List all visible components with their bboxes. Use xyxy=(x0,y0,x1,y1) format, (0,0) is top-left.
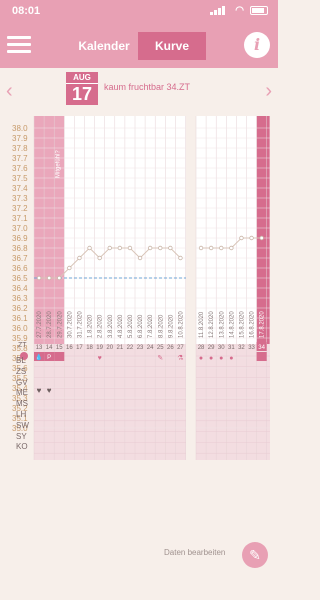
cycle-day-number: 28 xyxy=(198,345,205,351)
symptom-row-label: LH xyxy=(16,409,27,419)
cycle-day-number: 17 xyxy=(76,345,83,351)
left-series-point xyxy=(168,245,173,251)
symptom-row-label: MS xyxy=(16,399,28,409)
date-label: 12.8.2020 xyxy=(209,311,215,338)
edit-pencil-icon[interactable]: ✎ xyxy=(242,542,268,568)
cycle-day-number: 22 xyxy=(127,345,134,351)
pill-icon: P xyxy=(47,355,51,361)
cycle-day-number: 26 xyxy=(167,345,174,351)
symptom-row-label: GV xyxy=(16,377,28,387)
cycle-day-number: 15 xyxy=(56,345,63,351)
drop-icon: ● xyxy=(209,355,213,362)
cycle-day-number: 34 xyxy=(258,345,265,351)
right-series-point xyxy=(219,245,224,251)
today-symptom-cell xyxy=(256,352,267,361)
right-series-point xyxy=(198,245,204,251)
date-label: 27.7.2020 xyxy=(37,311,43,338)
left-series-point xyxy=(178,255,183,261)
cycle-day-number: 16 xyxy=(66,345,73,351)
symptom-row-label: KO xyxy=(16,442,28,452)
symptom-row-label: ZS xyxy=(16,366,27,376)
right-series-point xyxy=(259,235,264,241)
flask-icon: ⚗ xyxy=(177,354,183,362)
left-series-point xyxy=(46,275,52,281)
heart-icon: ♥ xyxy=(98,355,102,362)
left-series-point xyxy=(137,255,143,261)
left-series-point xyxy=(117,245,123,251)
left-series-point xyxy=(107,245,112,251)
cycle-day-number: 25 xyxy=(157,345,164,351)
heart-icon: ♥ xyxy=(37,386,42,395)
edit-data-label[interactable]: Daten bearbeiten xyxy=(164,548,225,557)
right-series-point xyxy=(229,245,234,251)
symptom-row-label: BL xyxy=(16,356,26,365)
cycle-day-number: 20 xyxy=(106,345,113,351)
date-label: 1.8.2020 xyxy=(88,314,94,338)
cycle-day-number: 19 xyxy=(96,345,103,351)
special-label: Mitgefühl? xyxy=(55,150,61,178)
left-series-point xyxy=(97,255,102,261)
left-series-point xyxy=(57,275,62,281)
drop-icon: ● xyxy=(229,355,233,362)
left-series-point xyxy=(67,265,72,271)
date-label: 14.8.2020 xyxy=(229,311,235,338)
highlight-columns xyxy=(34,116,65,344)
date-label: 10.8.2020 xyxy=(178,311,184,338)
date-label: 30.7.2020 xyxy=(67,311,73,338)
bleeding-cell xyxy=(54,352,65,361)
date-label: 11.8.2020 xyxy=(199,311,205,338)
date-label: 3.8.2020 xyxy=(108,314,114,338)
cycle-day-number: 24 xyxy=(147,345,154,351)
left-series-point xyxy=(147,245,153,251)
cycle-day-number: 13 xyxy=(36,345,43,351)
date-label: 7.8.2020 xyxy=(148,314,154,338)
right-series-point xyxy=(239,235,244,241)
date-label: 8.8.2020 xyxy=(158,314,164,338)
symptom-row-label: ME xyxy=(16,388,28,398)
left-series-point xyxy=(87,245,92,251)
right-series-point xyxy=(249,235,254,241)
cycle-day-label: ZT xyxy=(18,342,27,349)
cycle-day-number: 14 xyxy=(46,345,53,351)
cycle-day-number: 33 xyxy=(248,345,255,351)
date-label: 9.8.2020 xyxy=(168,314,174,338)
left-series-point xyxy=(36,275,42,281)
cycle-day-number: 21 xyxy=(117,345,124,351)
symptom-row-labels: BL ZS GV ME MS LH SW SY KO xyxy=(16,356,29,453)
date-label: 29.7.2020 xyxy=(57,311,63,338)
date-label: 2.8.2020 xyxy=(98,314,104,338)
left-series-point xyxy=(77,255,82,261)
date-label: 6.8.2020 xyxy=(138,314,144,338)
drop-icon: 💧 xyxy=(35,353,42,361)
cycle-day-number: 27 xyxy=(177,345,184,351)
drop-icon: ● xyxy=(199,355,203,362)
cycle-day-number: 29 xyxy=(208,345,215,351)
date-label: 5.8.2020 xyxy=(128,314,134,338)
cycle-day-number: 32 xyxy=(238,345,245,351)
cycle-day-number: 31 xyxy=(228,345,235,351)
date-label: 4.8.2020 xyxy=(118,314,124,338)
date-label: 13.8.2020 xyxy=(219,311,225,338)
left-series-point xyxy=(127,245,133,251)
date-label: 17.8.2020 xyxy=(260,311,266,338)
date-label: 16.8.2020 xyxy=(250,311,256,338)
heart-icon: ♥ xyxy=(47,386,52,395)
drop-icon: ● xyxy=(219,355,223,362)
temperature-chart: Mitgefühl? 27.7.2020 28.7.2020 29.7.2020 30.… xyxy=(20,116,270,460)
symptom-row-label: SW xyxy=(16,420,29,430)
date-label: 31.7.2020 xyxy=(77,311,83,338)
cycle-day-number: 23 xyxy=(137,345,144,351)
left-series-point xyxy=(158,245,163,251)
today-column xyxy=(256,116,270,344)
right-series-point xyxy=(208,245,214,251)
date-label: 28.7.2020 xyxy=(47,311,53,338)
date-label: 15.8.2020 xyxy=(239,311,245,338)
pencil-icon: ✎ xyxy=(157,355,163,362)
cycle-day-number: 18 xyxy=(86,345,93,351)
symptom-row-label: SY xyxy=(16,431,27,441)
cycle-day-number: 30 xyxy=(218,345,225,351)
